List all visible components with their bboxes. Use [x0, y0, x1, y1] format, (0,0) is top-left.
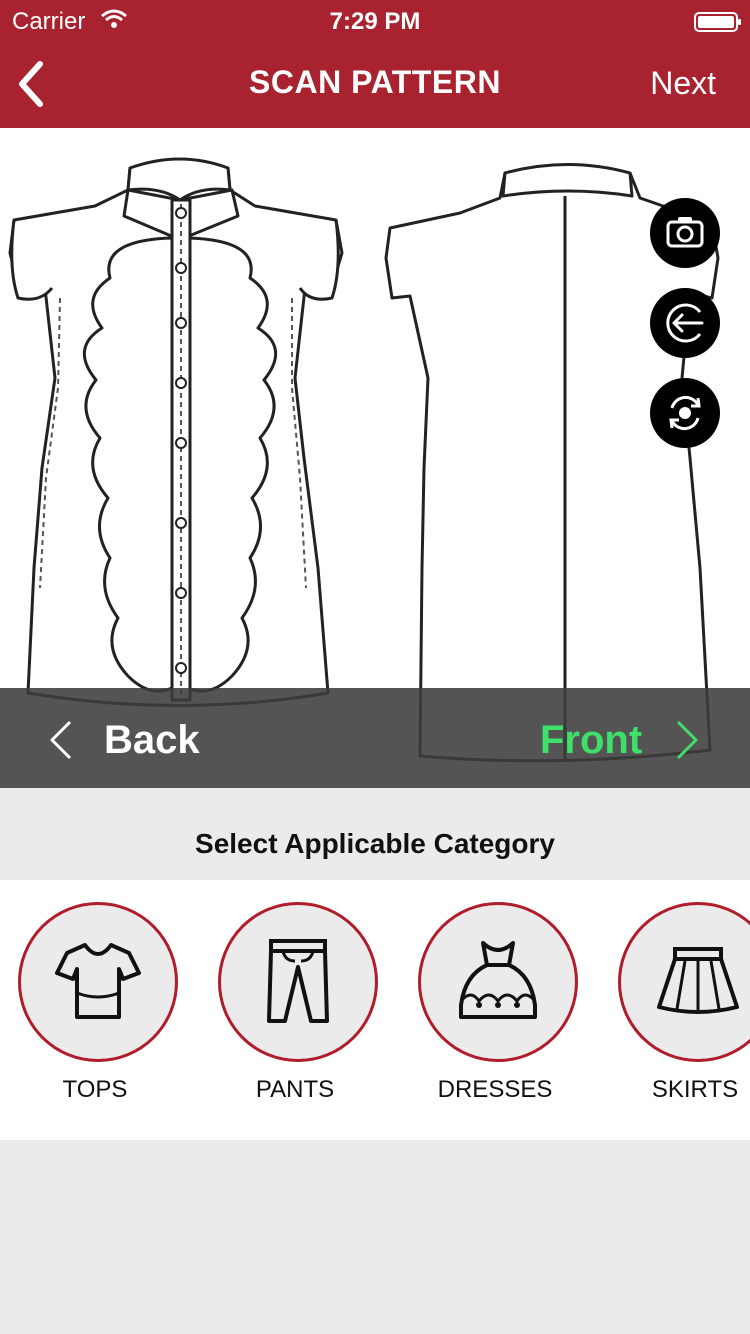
- return-arrow-icon: [666, 303, 704, 343]
- chevron-right-icon: [676, 720, 698, 760]
- battery-icon: [694, 11, 741, 32]
- category-icon-circle: [218, 902, 378, 1062]
- front-view-label: Front: [540, 718, 643, 762]
- navigation-bar: SCAN PATTERN Next: [0, 40, 750, 128]
- pattern-preview: Back Front: [0, 128, 750, 788]
- rotate-button[interactable]: [650, 378, 720, 448]
- category-tops[interactable]: TOPS: [13, 900, 183, 1120]
- category-pants[interactable]: PANTS: [213, 900, 383, 1120]
- category-icon-circle: [618, 902, 750, 1062]
- skirt-icon: [657, 947, 739, 1014]
- category-section-title: Select Applicable Category: [0, 808, 750, 880]
- camera-icon: [666, 217, 704, 248]
- front-view-button[interactable]: Front: [540, 712, 710, 768]
- rotate-icon: [669, 395, 701, 431]
- category-dresses[interactable]: DRESSES: [413, 900, 583, 1120]
- category-skirts[interactable]: SKIRTS: [613, 900, 750, 1120]
- category-label: SKIRTS: [651, 1076, 739, 1103]
- category-label: PANTS: [255, 1076, 335, 1103]
- category-label: TOPS: [62, 1076, 128, 1103]
- back-view-label: Back: [104, 718, 200, 762]
- category-icon-circle: [418, 902, 578, 1062]
- clock: 7:29 PM: [329, 8, 421, 35]
- view-toggle-bar: Back Front: [0, 688, 750, 788]
- chevron-left-icon: [50, 720, 72, 760]
- category-icon-circle: [18, 902, 178, 1062]
- top-icon: [55, 943, 141, 1019]
- status-bar: Carrier 7:29 PM: [0, 0, 750, 40]
- category-list: TOPS PANTS DRESSES SKIRTS: [0, 880, 750, 1140]
- next-button[interactable]: Next: [650, 65, 716, 102]
- pants-icon: [267, 939, 329, 1023]
- page-title: SCAN PATTERN: [249, 64, 501, 100]
- dress-icon: [459, 941, 537, 1019]
- camera-button[interactable]: [650, 198, 720, 268]
- category-label: DRESSES: [437, 1076, 553, 1103]
- return-button[interactable]: [650, 288, 720, 358]
